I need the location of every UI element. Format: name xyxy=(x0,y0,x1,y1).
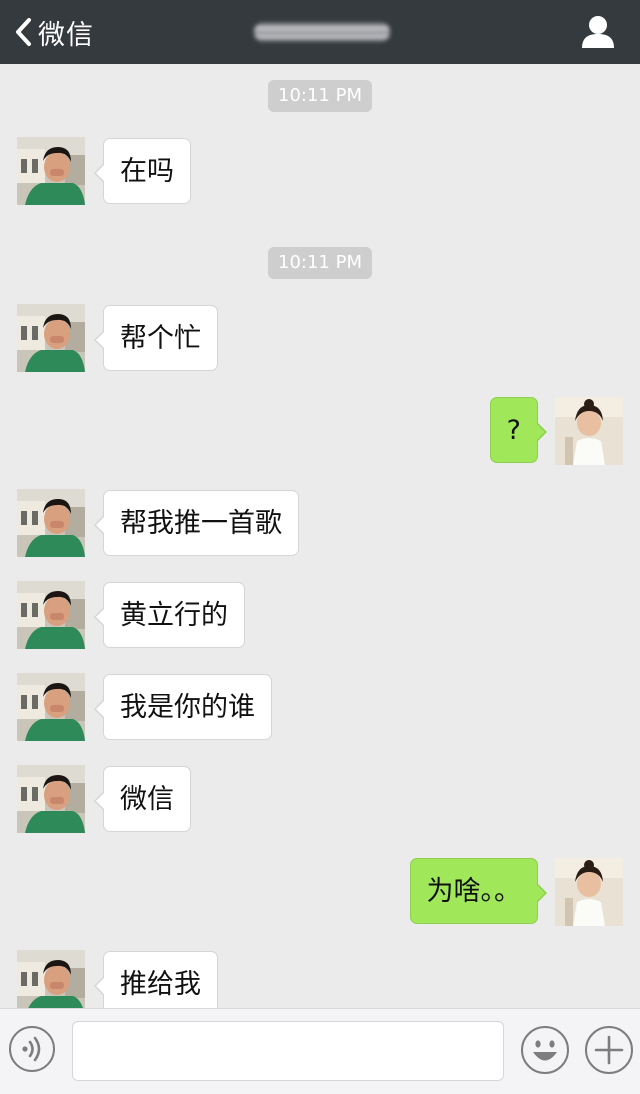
redacted-title-blur xyxy=(254,22,390,42)
plus-icon xyxy=(585,1026,633,1074)
emoji-button[interactable] xyxy=(520,1025,570,1075)
incoming-message[interactable]: 微信 xyxy=(94,766,191,832)
emoji-icon xyxy=(521,1026,569,1074)
contact-avatar[interactable] xyxy=(17,950,85,1008)
contact-avatar[interactable] xyxy=(17,304,85,372)
chat-title xyxy=(248,16,398,48)
contact-avatar[interactable] xyxy=(17,765,85,833)
voice-icon xyxy=(9,1026,55,1072)
more-button[interactable] xyxy=(584,1025,634,1075)
contact-avatar-image xyxy=(17,304,85,372)
chevron-left-icon xyxy=(16,18,31,46)
my-avatar[interactable] xyxy=(555,397,623,465)
back-button[interactable]: 微信 xyxy=(14,10,94,54)
my-avatar-image xyxy=(555,858,623,926)
contact-avatar-image xyxy=(17,765,85,833)
my-avatar[interactable] xyxy=(555,858,623,926)
incoming-message[interactable]: 我是你的谁 xyxy=(94,674,272,740)
nav-bar: 微信 xyxy=(0,0,640,64)
incoming-message[interactable]: 推给我 xyxy=(94,951,218,1008)
outgoing-message[interactable]: 为啥。。 xyxy=(409,858,547,924)
input-bar xyxy=(0,1008,640,1094)
timestamp: 10:11 PM xyxy=(268,80,372,112)
incoming-message[interactable]: 黄立行的 xyxy=(94,582,245,648)
contact-avatar-image xyxy=(17,673,85,741)
my-avatar-image xyxy=(555,397,623,465)
incoming-message[interactable]: 帮个忙 xyxy=(94,305,218,371)
contact-avatar-image xyxy=(17,137,85,205)
timestamp: 10:11 PM xyxy=(268,247,372,279)
contact-avatar-image xyxy=(17,581,85,649)
contact-avatar[interactable] xyxy=(17,581,85,649)
person-icon xyxy=(582,16,614,48)
contact-avatar[interactable] xyxy=(17,673,85,741)
contact-avatar-image xyxy=(17,489,85,557)
voice-button[interactable] xyxy=(8,1025,56,1073)
message-input[interactable] xyxy=(72,1021,504,1081)
profile-button[interactable] xyxy=(578,12,618,52)
chat-area[interactable]: 10:11 PM 在吗 10:11 PM 帮个忙 ? 帮我推一首歌 黄立行的 我… xyxy=(0,64,640,1008)
contact-avatar[interactable] xyxy=(17,489,85,557)
outgoing-message[interactable]: ? xyxy=(489,397,548,463)
back-label: 微信 xyxy=(38,19,94,51)
contact-avatar[interactable] xyxy=(17,137,85,205)
incoming-message[interactable]: 在吗 xyxy=(94,138,191,204)
contact-avatar-image xyxy=(17,950,85,1008)
incoming-message[interactable]: 帮我推一首歌 xyxy=(94,490,299,556)
